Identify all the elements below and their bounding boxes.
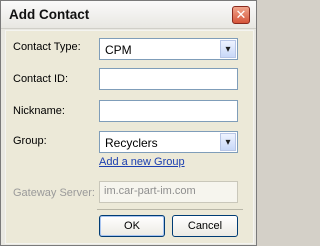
- dialog-body: Contact Type: CPM ▾ Contact ID: Nickname…: [5, 30, 254, 244]
- contact-type-select[interactable]: CPM ▾: [99, 38, 238, 60]
- title-bar: Add Contact ✕: [1, 1, 256, 29]
- contact-type-label: Contact Type:: [13, 41, 81, 53]
- group-select[interactable]: Recyclers ▾: [99, 131, 238, 153]
- gateway-server-label: Gateway Server:: [13, 187, 95, 199]
- add-new-group-link[interactable]: Add a new Group: [99, 156, 185, 168]
- contact-id-field[interactable]: [99, 68, 238, 90]
- cancel-button[interactable]: Cancel: [172, 215, 238, 237]
- nickname-field[interactable]: [99, 100, 238, 122]
- chevron-down-icon[interactable]: ▾: [220, 40, 236, 58]
- ok-button[interactable]: OK: [99, 215, 165, 237]
- contact-id-label: Contact ID:: [13, 73, 69, 85]
- button-separator: [97, 209, 243, 210]
- dialog-title: Add Contact: [9, 7, 90, 22]
- contact-type-value: CPM: [105, 43, 132, 57]
- group-value: Recyclers: [105, 136, 158, 150]
- gateway-server-field: im.car-part-im.com: [99, 181, 238, 203]
- group-label: Group:: [13, 135, 47, 147]
- nickname-label: Nickname:: [13, 105, 65, 117]
- chevron-down-icon[interactable]: ▾: [220, 133, 236, 151]
- add-contact-dialog: Add Contact ✕ Contact Type: CPM ▾ Contac…: [0, 0, 257, 246]
- close-icon[interactable]: ✕: [232, 6, 250, 24]
